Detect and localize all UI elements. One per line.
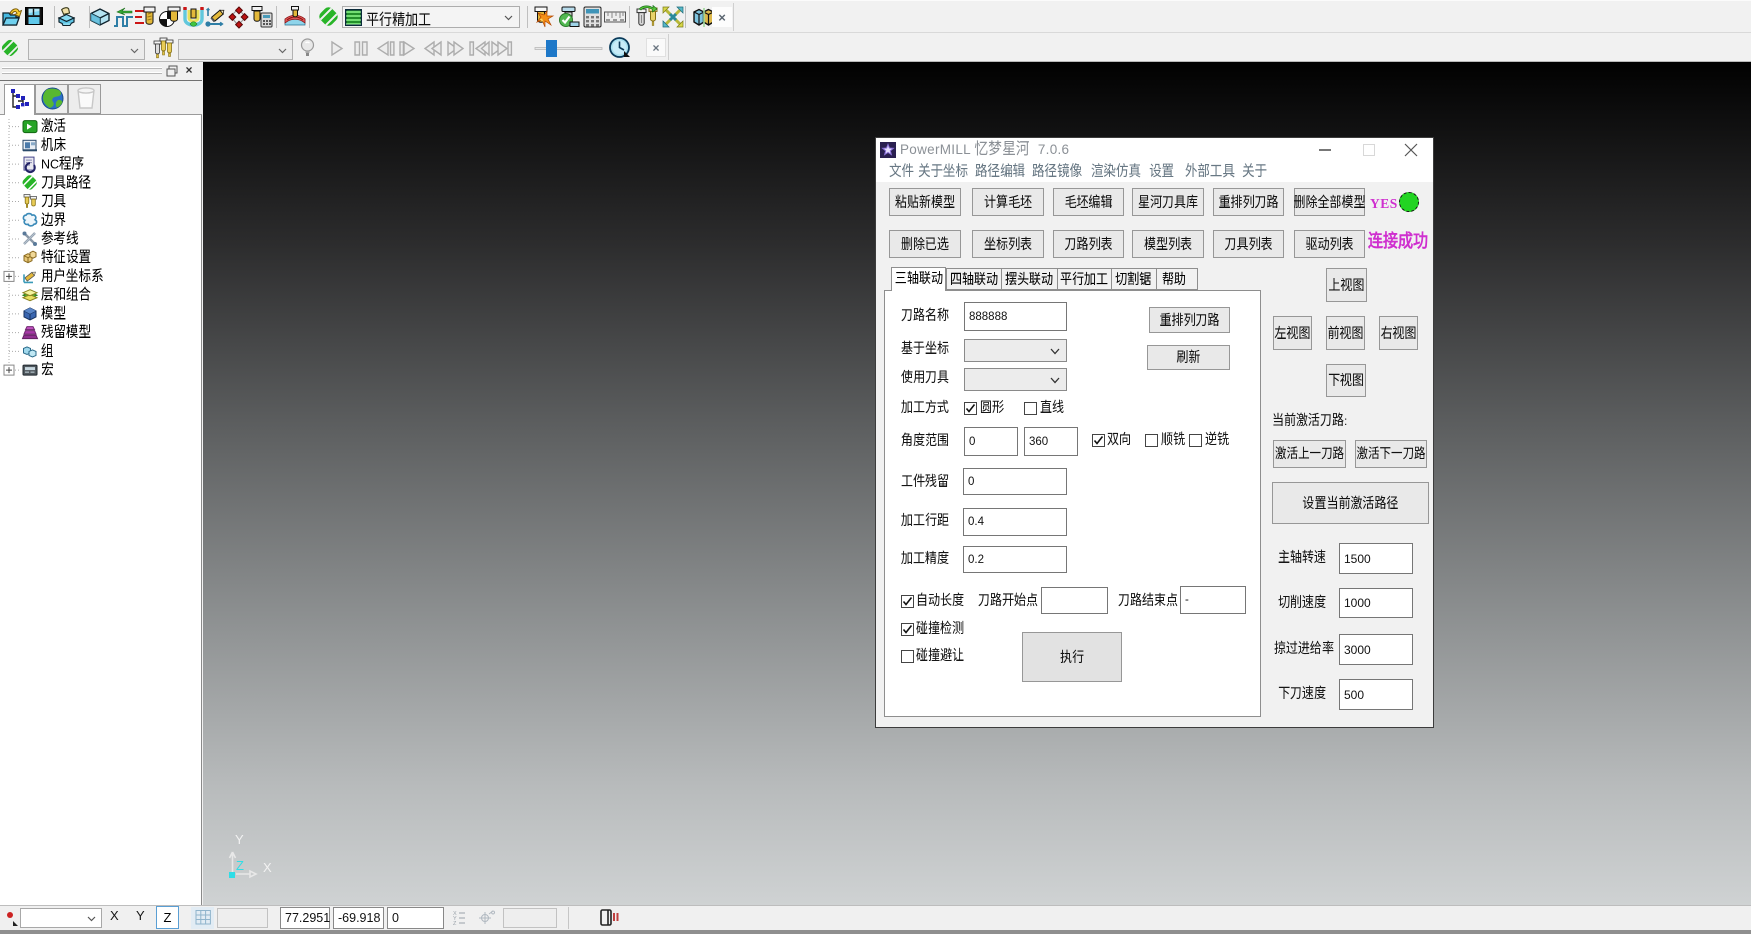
svg-text:Y: Y: [235, 832, 244, 847]
svg-text:层和组合: 层和组合: [41, 286, 92, 303]
svg-text:宏: 宏: [41, 362, 54, 378]
svg-text:NC程序: NC程序: [41, 156, 85, 172]
svg-text:机床: 机床: [41, 136, 67, 153]
svg-text:X: X: [263, 860, 272, 875]
svg-text:Z: Z: [236, 858, 244, 873]
svg-text:用户坐标系: 用户坐标系: [41, 267, 104, 284]
svg-text:组: 组: [41, 343, 54, 359]
svg-text:边界: 边界: [41, 211, 67, 228]
svg-text:激活: 激活: [41, 118, 67, 134]
svg-text:残留模型: 残留模型: [41, 324, 91, 340]
svg-text:刀具: 刀具: [41, 194, 67, 209]
svg-text:参考线: 参考线: [41, 231, 79, 247]
svg-text:刀具路径: 刀具路径: [41, 174, 91, 190]
svg-text:特征设置: 特征设置: [41, 249, 91, 265]
svg-text:模型: 模型: [41, 305, 66, 321]
